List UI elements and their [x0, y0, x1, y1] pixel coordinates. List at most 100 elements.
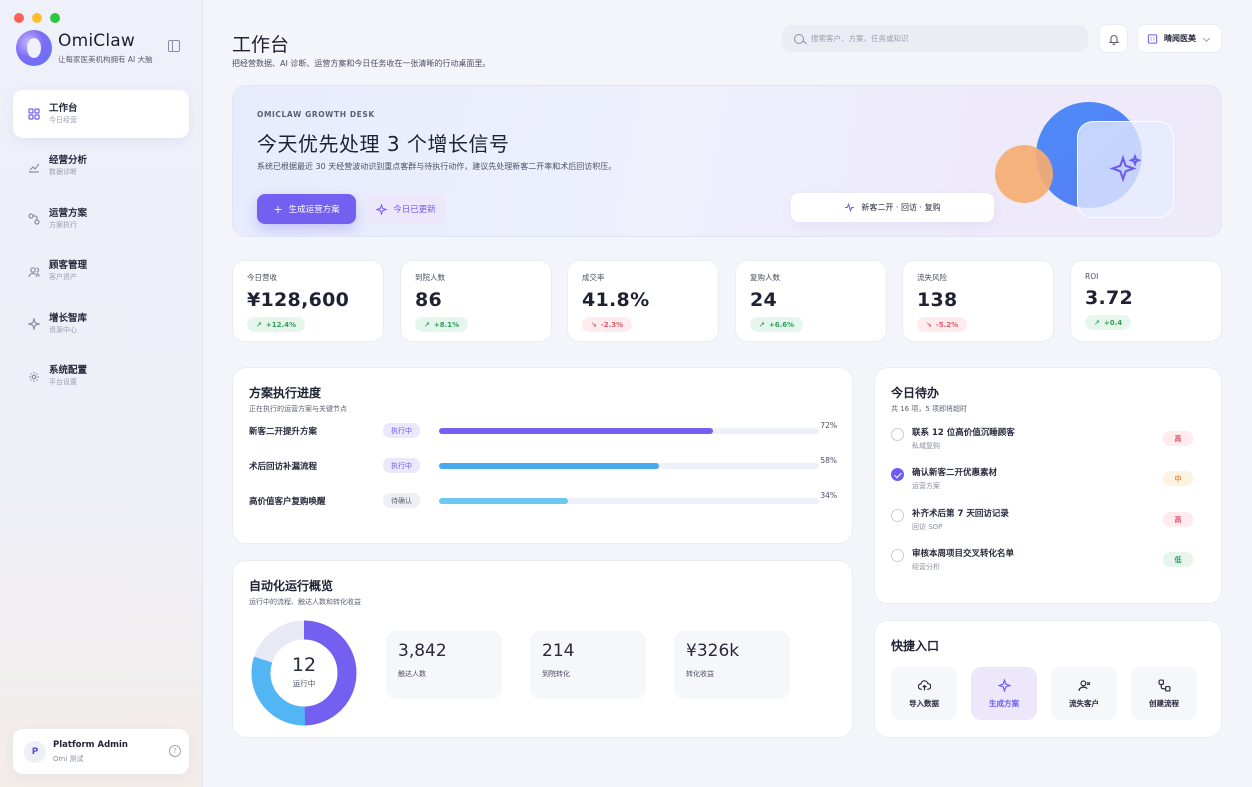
sidebar-item-growth-library[interactable]: 增长智库 资源中心	[13, 300, 189, 348]
generate-plan-quick-button[interactable]: 生成方案	[971, 667, 1037, 720]
signal-tags[interactable]: 新客二开 · 回访 · 复购	[791, 193, 994, 222]
sidebar-item-settings[interactable]: 系统配置 平台设置	[13, 353, 189, 401]
priority-badge: 高	[1163, 512, 1193, 527]
stat-label: 到院人数	[415, 273, 445, 282]
sidebar-item-label: 工作台	[49, 102, 78, 114]
hero-title: 今天优先处理 3 个增长信号	[257, 132, 510, 156]
stat-delta-value: +0.4	[1103, 318, 1123, 327]
users-icon	[28, 266, 40, 277]
notification-button[interactable]	[1099, 24, 1128, 53]
stat-delta-value: +6.6%	[768, 320, 795, 329]
sidebar-item-label: 顾客管理	[49, 260, 88, 272]
stat-delta: ↘ -2.3%	[582, 317, 633, 332]
stat-delta-value: +8.1%	[433, 320, 460, 329]
todo-item[interactable]: 确认新客二开优惠素材 运营方案 中	[891, 466, 1207, 496]
minimize-window-button[interactable]	[32, 13, 42, 23]
org-selector[interactable]: 晴阅医美	[1137, 24, 1222, 53]
todo-category: 运营方案	[912, 482, 940, 490]
reach-stat[interactable]: 3,842 触达人数	[386, 631, 502, 699]
todo-checkbox[interactable]	[891, 509, 904, 522]
running-count: 12	[291, 654, 317, 676]
progress-row[interactable]: 高价值客户复购唤醒 待确认 34%	[249, 491, 845, 509]
todo-title: 联系 12 位高价值沉睡顾客	[912, 428, 1015, 438]
create-flow-button[interactable]: 创建流程	[1131, 667, 1197, 720]
hero-description: 系统已根据最近 30 天经营波动识别重点客群与待执行动作，建议先处理新客二开率和…	[257, 162, 617, 171]
generate-plan-button[interactable]: + 生成运营方案	[257, 194, 356, 224]
decorative-circle	[995, 145, 1053, 203]
avatar: P	[24, 740, 46, 763]
churned-customers-button[interactable]: 流失客户	[1051, 667, 1117, 720]
close-window-button[interactable]	[14, 13, 24, 23]
stat-value: 3,842	[398, 641, 447, 661]
stat-delta: ↗ +12.4%	[247, 317, 306, 332]
ai-sparkle-card	[1077, 121, 1174, 218]
priority-badge: 高	[1163, 431, 1193, 446]
search-bar[interactable]	[782, 25, 1088, 52]
running-label: 运行中	[292, 679, 316, 688]
todo-checkbox[interactable]	[891, 428, 904, 441]
progress-track	[439, 498, 819, 504]
stat-label: 复购人数	[750, 273, 780, 282]
panel-title: 快捷入口	[891, 639, 940, 653]
stat-value: 3.72	[1085, 287, 1134, 309]
stat-card-churn-risk[interactable]: 流失风险 138 ↘ -5.2%	[902, 260, 1054, 342]
bell-icon	[1108, 34, 1119, 45]
status-badge: 执行中	[383, 458, 420, 473]
sidebar-item-analysis[interactable]: 经营分析 数据诊断	[13, 143, 189, 191]
help-icon[interactable]: ?	[169, 745, 181, 757]
import-data-button[interactable]: 导入数据	[891, 667, 957, 720]
sidebar-item-operations[interactable]: 运营方案 方案执行	[13, 195, 189, 243]
progress-track	[439, 428, 819, 434]
quick-label: 导入数据	[909, 698, 939, 708]
trend-down-icon: ↘	[926, 320, 932, 329]
stat-label: 流失风险	[917, 273, 947, 282]
updated-today-button[interactable]: 今日已更新	[367, 194, 445, 224]
window-controls	[14, 13, 60, 23]
stat-value: 86	[415, 289, 443, 311]
status-badge: 执行中	[383, 423, 420, 438]
priority-badge: 低	[1163, 552, 1193, 567]
org-name: 晴阅医美	[1164, 34, 1196, 43]
trend-down-icon: ↘	[591, 320, 597, 329]
sidebar-item-customers[interactable]: 顾客管理 客户资产	[13, 248, 189, 296]
stat-card-visits[interactable]: 到院人数 86 ↗ +8.1%	[400, 260, 552, 342]
todo-item[interactable]: 联系 12 位高价值沉睡顾客 私域复购 高	[891, 426, 1207, 456]
stat-card-roi[interactable]: ROI 3.72 ↗ +0.4	[1070, 260, 1222, 342]
sparkle-icon	[28, 318, 40, 331]
sparkle-icon	[1108, 153, 1142, 182]
maximize-window-button[interactable]	[50, 13, 60, 23]
gear-icon	[29, 371, 39, 382]
stat-label: 今日营收	[247, 273, 277, 282]
trend-up-icon: ↗	[759, 320, 765, 329]
stat-card-revenue[interactable]: 今日营收 ¥128,600 ↗ +12.4%	[232, 260, 384, 342]
panel-title: 方案执行进度	[249, 386, 322, 400]
todo-checkbox[interactable]	[891, 549, 904, 562]
progress-row[interactable]: 术后回访补漏流程 执行中 58%	[249, 456, 845, 474]
visit-conversion-stat[interactable]: 214 到院转化	[530, 631, 646, 699]
user-card[interactable]: P Platform Admin Omi 测试 ?	[13, 729, 189, 774]
upload-icon	[917, 679, 931, 690]
sidebar-item-label: 运营方案	[49, 207, 88, 219]
stat-card-repurchase[interactable]: 复购人数 24 ↗ +6.6%	[735, 260, 887, 342]
omiclaw-logo-icon	[16, 30, 52, 66]
progress-row[interactable]: 新客二开提升方案 执行中 72%	[249, 421, 845, 439]
quick-label: 创建流程	[1149, 698, 1179, 708]
stat-card-conversion[interactable]: 成交率 41.8% ↘ -2.3%	[567, 260, 719, 342]
plan-name: 高价值客户复购唤醒	[249, 497, 326, 507]
brand-name: OmiClaw	[58, 31, 135, 51]
conversion-revenue-stat[interactable]: ¥326k 转化收益	[674, 631, 790, 699]
sparkle-icon	[997, 678, 1011, 692]
todo-item[interactable]: 补齐术后第 7 天回访记录 回访 SOP 高	[891, 507, 1207, 537]
sidebar-item-label: 经营分析	[49, 155, 88, 167]
todo-item[interactable]: 审核本周项目交叉转化名单 经营分析 低	[891, 547, 1207, 577]
automation-panel: 自动化运行概览 运行中的流程、触达人数和转化收益 12 运行中 3,842 触达…	[232, 560, 853, 738]
todo-title: 确认新客二开优惠素材	[912, 468, 998, 478]
progress-fill	[439, 428, 713, 434]
sidebar-item-dashboard[interactable]: 工作台 今日经营	[13, 90, 189, 138]
search-input[interactable]	[811, 34, 1071, 43]
generate-plan-label: 生成运营方案	[288, 205, 340, 215]
sidebar-collapse-icon[interactable]	[168, 40, 180, 52]
chart-icon	[29, 163, 40, 173]
todo-checkbox-checked[interactable]	[891, 468, 904, 481]
todo-title: 审核本周项目交叉转化名单	[912, 549, 1015, 559]
